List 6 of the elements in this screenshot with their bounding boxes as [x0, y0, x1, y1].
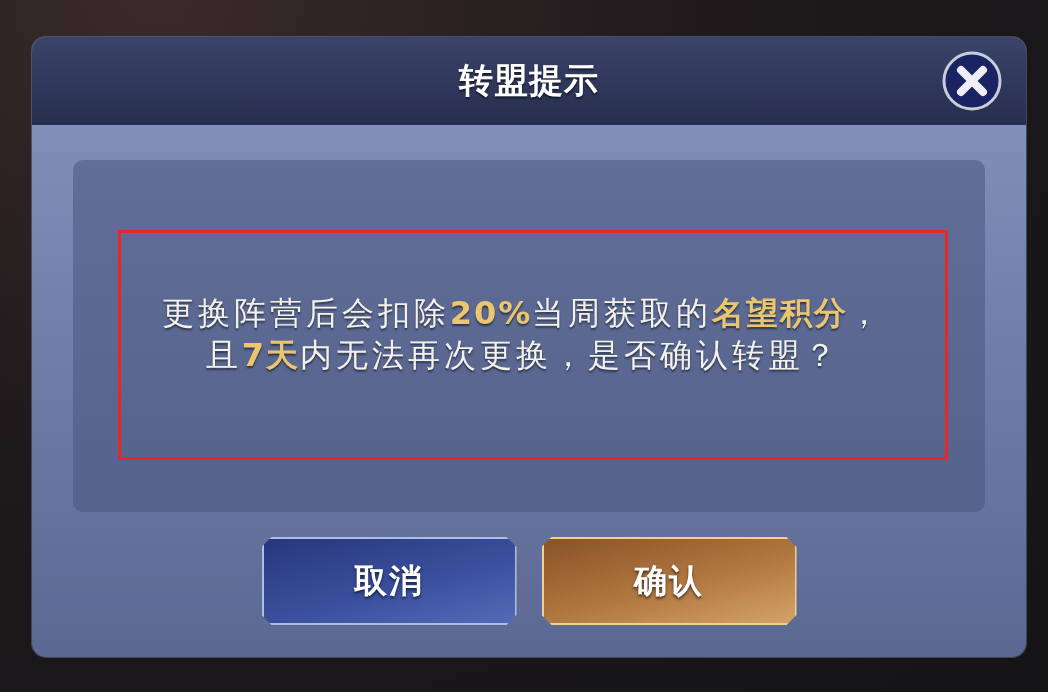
dialog-title: 转盟提示 [459, 59, 599, 102]
close-icon [942, 51, 1002, 111]
close-button[interactable] [942, 51, 1002, 111]
cancel-button[interactable]: 取消 [261, 537, 517, 625]
dialog-message: 更换阵营后会扣除20%当周获取的名望积分，且7天内无法再次更换，是否确认转盟？ [160, 293, 886, 376]
confirm-button[interactable]: 确认 [541, 537, 797, 625]
